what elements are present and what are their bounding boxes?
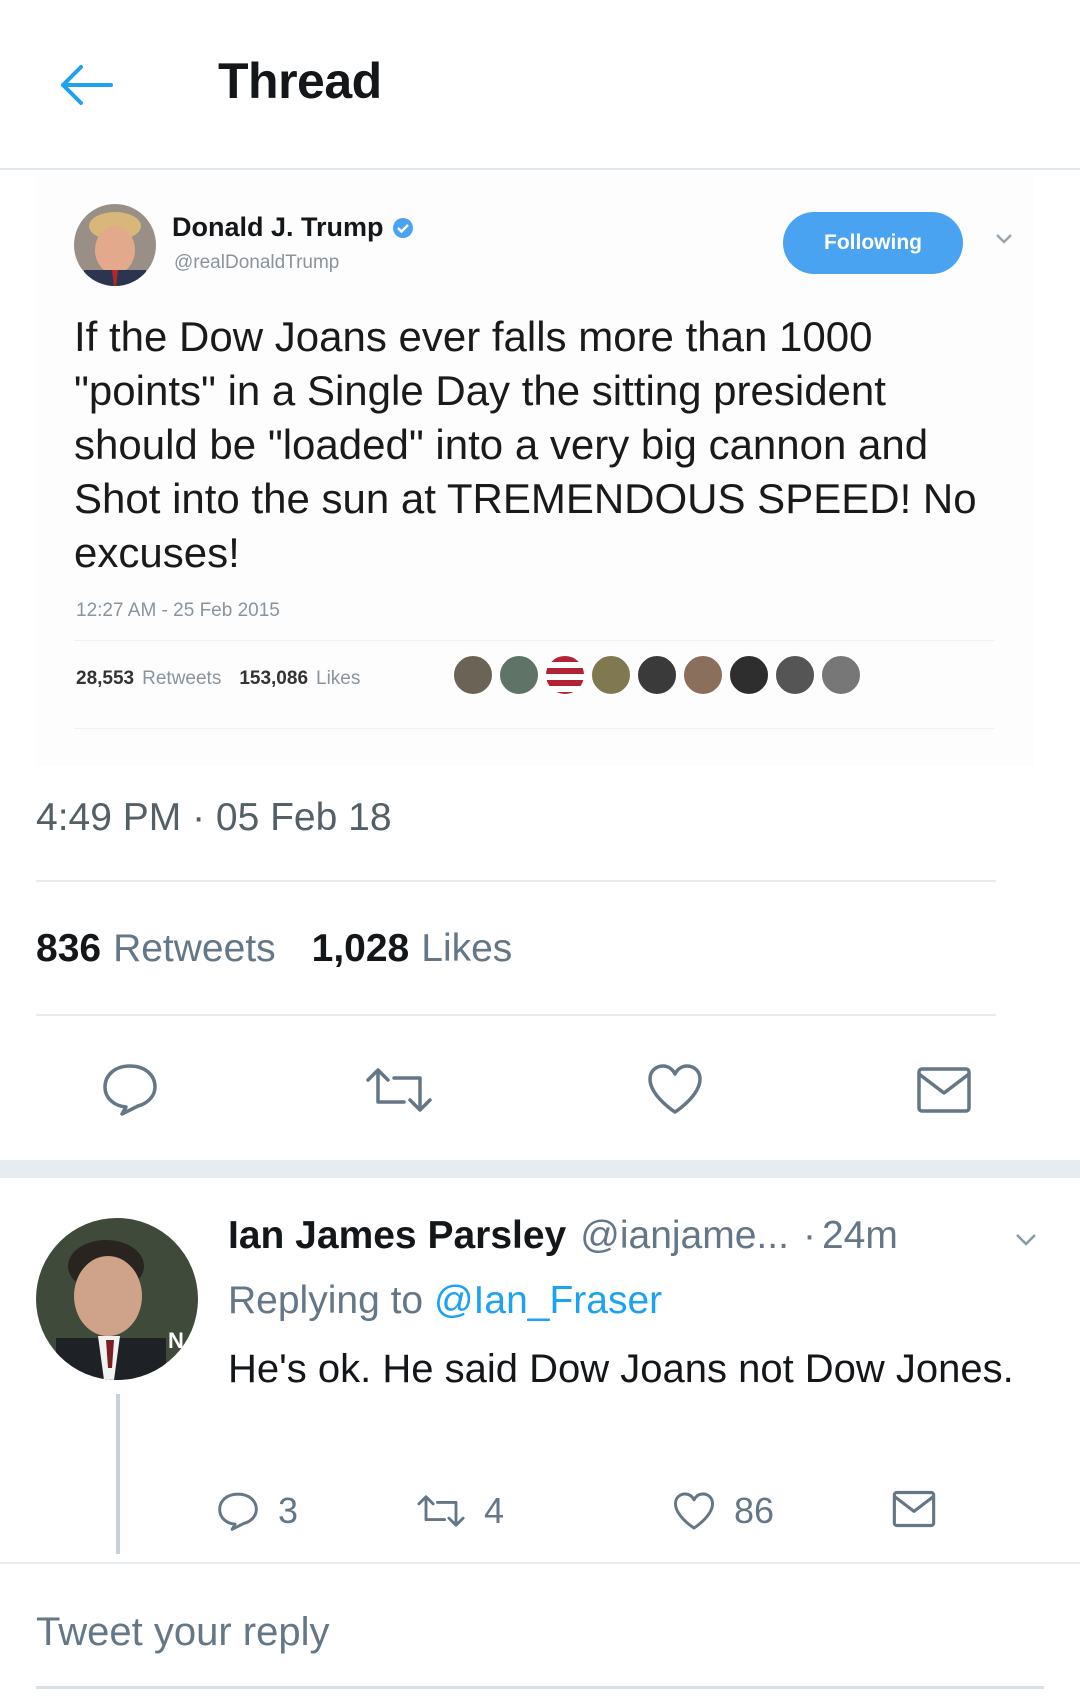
liker-avatar bbox=[590, 654, 632, 696]
composer-underline bbox=[36, 1686, 1044, 1689]
retweet-button[interactable] bbox=[364, 1066, 434, 1114]
likes-label[interactable]: Likes bbox=[421, 927, 512, 971]
liker-avatar bbox=[544, 654, 586, 696]
embedded-likes-label: Likes bbox=[316, 668, 361, 689]
reply-text: He's ok. He said Dow Joans not Dow Jones… bbox=[228, 1347, 1014, 1391]
replying-to-mention[interactable]: @Ian_Fraser bbox=[434, 1279, 662, 1322]
divider bbox=[74, 728, 994, 729]
separator-dot: · bbox=[802, 1214, 816, 1257]
reply-age[interactable]: 24m bbox=[822, 1214, 898, 1258]
reply-input[interactable] bbox=[36, 1602, 1036, 1662]
embedded-likes-count: 153,086 bbox=[239, 668, 309, 689]
embedded-tweet-stats: 28,553 Retweets 153,086 Likes bbox=[76, 668, 360, 690]
thread-line bbox=[116, 1394, 120, 1554]
reply-icon bbox=[103, 1064, 157, 1116]
divider bbox=[74, 640, 994, 641]
embedded-chevron-down-icon bbox=[994, 232, 1014, 251]
replying-to-line: Replying to @Ian_Fraser bbox=[228, 1279, 662, 1323]
replying-to-prefix: Replying to bbox=[228, 1279, 424, 1322]
liker-avatar bbox=[774, 654, 816, 696]
like-icon bbox=[673, 1492, 714, 1530]
reply-reply-button[interactable]: 3 bbox=[216, 1490, 298, 1532]
back-arrow-icon bbox=[61, 65, 113, 105]
message-button[interactable] bbox=[916, 1066, 972, 1114]
message-icon bbox=[892, 1490, 936, 1528]
reply-icon bbox=[218, 1492, 258, 1531]
tweet-timestamp: 4:49 PM · 05 Feb 18 bbox=[36, 796, 392, 839]
section-separator bbox=[0, 1160, 1080, 1178]
divider bbox=[0, 1562, 1080, 1564]
embedded-tweet-image: Donald J. Trump @realDonaldTrump Followi… bbox=[36, 176, 1034, 766]
liker-avatar bbox=[820, 654, 862, 696]
reply-count: 3 bbox=[278, 1490, 299, 1531]
liker-avatar bbox=[498, 654, 540, 696]
embedded-retweets-label: Retweets bbox=[142, 668, 222, 689]
back-button[interactable] bbox=[52, 55, 118, 115]
page-title: Thread bbox=[218, 53, 382, 109]
like-button[interactable] bbox=[646, 1062, 704, 1116]
tweet-stats: 836 Retweets 1,028 Likes bbox=[36, 927, 512, 971]
reply-button[interactable] bbox=[100, 1062, 160, 1116]
reply-like-button[interactable]: 86 bbox=[672, 1490, 774, 1532]
following-button: Following bbox=[783, 212, 963, 274]
reply-avatar[interactable]: N bbox=[36, 1218, 198, 1380]
reply-message-button[interactable] bbox=[892, 1490, 936, 1528]
divider bbox=[36, 1014, 996, 1016]
liker-avatars bbox=[452, 654, 862, 696]
embedded-tweet-text: If the Dow Joans ever falls more than 10… bbox=[74, 313, 977, 576]
thread-header: Thread bbox=[0, 0, 1080, 170]
embedded-tweet-timestamp: 12:27 AM - 25 Feb 2015 bbox=[76, 600, 280, 621]
reply-header: Ian James Parsley @ianjame... · 24m bbox=[228, 1214, 898, 1258]
reply-author-name[interactable]: Ian James Parsley bbox=[228, 1214, 566, 1258]
retweet-icon bbox=[366, 1068, 432, 1112]
retweets-count[interactable]: 836 bbox=[36, 927, 101, 971]
liker-avatar bbox=[636, 654, 678, 696]
liker-avatar bbox=[452, 654, 494, 696]
embedded-retweets-count: 28,553 bbox=[76, 668, 135, 689]
avatar bbox=[74, 204, 156, 286]
retweet-icon bbox=[417, 1495, 465, 1527]
likes-count[interactable]: 1,028 bbox=[312, 927, 410, 971]
verified-badge-icon bbox=[392, 217, 413, 238]
liker-avatar bbox=[728, 654, 770, 696]
reply-menu-button[interactable] bbox=[1014, 1232, 1038, 1253]
chevron-down-icon bbox=[1016, 1234, 1036, 1246]
like-count: 86 bbox=[734, 1490, 775, 1531]
reply-retweet-button[interactable]: 4 bbox=[416, 1490, 504, 1532]
embedded-author-name: Donald J. Trump bbox=[172, 212, 414, 243]
like-icon bbox=[648, 1064, 702, 1114]
message-icon bbox=[917, 1067, 971, 1113]
embedded-author-handle: @realDonaldTrump bbox=[174, 252, 340, 273]
reply-author-handle[interactable]: @ianjame... bbox=[580, 1214, 789, 1258]
divider bbox=[36, 880, 996, 882]
embedded-author-name-text: Donald J. Trump bbox=[172, 212, 384, 242]
retweets-label[interactable]: Retweets bbox=[113, 927, 276, 971]
retweet-count: 4 bbox=[484, 1490, 505, 1531]
liker-avatar bbox=[682, 654, 724, 696]
svg-text:N: N bbox=[168, 1328, 184, 1353]
